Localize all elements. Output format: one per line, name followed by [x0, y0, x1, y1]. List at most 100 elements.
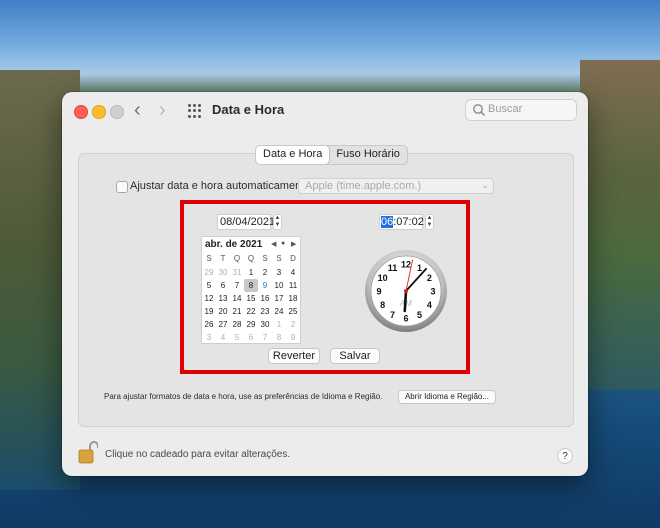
tab-time-zone[interactable]: Fuso Horário — [329, 146, 407, 164]
calendar-day[interactable]: 9 — [258, 279, 272, 292]
save-button[interactable]: Salvar — [330, 348, 380, 364]
calendar-day[interactable]: 10 — [272, 279, 286, 292]
previous-month-icon[interactable]: ◀ — [271, 240, 276, 248]
calendar-day[interactable]: 2 — [258, 266, 272, 279]
calendar-day[interactable]: 29 — [202, 266, 216, 279]
calendar-day[interactable]: 14 — [230, 292, 244, 305]
clock-number: 3 — [430, 287, 435, 297]
search-input[interactable]: Buscar — [465, 99, 577, 121]
time-field[interactable]: 06:07:02 — [379, 214, 424, 230]
calendar-day[interactable]: 7 — [258, 331, 272, 344]
calendar-day[interactable]: 19 — [202, 305, 216, 318]
calendar-day[interactable]: 30 — [216, 266, 230, 279]
calendar-day[interactable]: 22 — [244, 305, 258, 318]
revert-button[interactable]: Reverter — [268, 348, 320, 364]
calendar-day[interactable]: 4 — [216, 331, 230, 344]
calendar-weekday: Q — [247, 254, 255, 263]
calendar-day[interactable]: 9 — [286, 331, 300, 344]
calendar-day[interactable]: 20 — [216, 305, 230, 318]
calendar-day[interactable]: 1 — [272, 318, 286, 331]
tab-bar: Data e Hora Fuso Horário — [255, 145, 408, 165]
calendar-day[interactable]: 15 — [244, 292, 258, 305]
calendar-days: 29 30 31 1 2 3 4 5 6 7 8 9 10 11 12 13 14 15 16 17 18 19 20 21 2… — [202, 266, 300, 344]
tab-date-time[interactable]: Data e Hora — [256, 146, 330, 164]
calendar-day[interactable]: 18 — [286, 292, 300, 305]
calendar-day[interactable]: 3 — [202, 331, 216, 344]
calendar-day[interactable]: 16 — [258, 292, 272, 305]
open-language-region-button[interactable]: Abrir Idioma e Região... — [398, 390, 496, 404]
lock-hint-text: Clique no cadeado para evitar alterações… — [105, 449, 291, 460]
close-window-button[interactable] — [74, 105, 88, 119]
date-field[interactable]: 08/04/2021 — [217, 214, 275, 230]
calendar-weekday: T — [220, 254, 226, 263]
search-icon — [473, 104, 486, 117]
auto-time-checkbox[interactable] — [116, 181, 128, 193]
calendar-day[interactable]: 30 — [258, 318, 272, 331]
calendar-day[interactable]: 11 — [286, 279, 300, 292]
calendar-day[interactable]: 28 — [230, 318, 244, 331]
back-arrow-icon[interactable]: ‹ — [134, 100, 141, 120]
help-button[interactable]: ? — [557, 448, 573, 464]
zoom-window-button[interactable] — [110, 105, 124, 119]
forward-arrow-icon[interactable]: › — [159, 100, 166, 120]
clock-number: 1 — [417, 263, 422, 273]
auto-time-label: Ajustar data e hora automaticamente: — [130, 180, 314, 192]
calendar-day[interactable]: 4 — [286, 266, 300, 279]
wallpaper-landscape-right — [580, 60, 660, 390]
calendar-day[interactable]: 8 — [244, 279, 258, 292]
minimize-window-button[interactable] — [92, 105, 106, 119]
chevron-down-icon: ⌄ — [481, 180, 489, 190]
today-dot-icon[interactable]: ● — [281, 240, 285, 247]
calendar-day[interactable]: 5 — [230, 331, 244, 344]
unlocked-padlock-icon[interactable] — [78, 440, 98, 464]
calendar-day[interactable]: 6 — [244, 331, 258, 344]
show-all-grid-icon[interactable] — [188, 104, 202, 118]
clock-number: 2 — [427, 273, 432, 283]
clock-number: 6 — [403, 314, 408, 324]
calendar-day[interactable]: 24 — [272, 305, 286, 318]
calendar-day[interactable]: 2 — [286, 318, 300, 331]
calendar-day[interactable]: 6 — [216, 279, 230, 292]
calendar-weekday: S — [262, 254, 268, 263]
calendar-month-label: abr. de 2021 — [205, 239, 263, 250]
calendar-day[interactable]: 31 — [230, 266, 244, 279]
calendar-day[interactable]: 1 — [244, 266, 258, 279]
calendar-weekdays: STQQSSD — [202, 254, 300, 263]
clock-center — [404, 289, 408, 293]
clock-number: 10 — [378, 273, 388, 283]
date-stepper[interactable]: ▲ ▼ — [273, 214, 282, 230]
calendar-weekday: D — [290, 254, 296, 263]
calendar-day[interactable]: 8 — [272, 331, 286, 344]
calendar-day[interactable]: 21 — [230, 305, 244, 318]
calendar-day[interactable]: 13 — [216, 292, 230, 305]
window-title: Data e Hora — [212, 102, 285, 117]
calendar-day[interactable]: 5 — [202, 279, 216, 292]
calendar-weekday: S — [276, 254, 282, 263]
search-placeholder: Buscar — [488, 103, 523, 115]
calendar-day[interactable]: 17 — [272, 292, 286, 305]
calendar-day[interactable]: 25 — [286, 305, 300, 318]
calendar-day[interactable]: 26 — [202, 318, 216, 331]
preferences-window: ‹ › Data e Hora Buscar Data e Hora Fuso … — [62, 92, 588, 476]
formats-hint-text: Para ajustar formatos de data e hora, us… — [104, 392, 383, 401]
calendar-day[interactable]: 7 — [230, 279, 244, 292]
calendar-weekday: S — [206, 254, 212, 263]
calendar-day[interactable]: 27 — [216, 318, 230, 331]
time-stepper[interactable]: ▲ ▼ — [425, 214, 434, 230]
time-server-value: Apple (time.apple.com.) — [305, 180, 422, 192]
next-month-icon[interactable]: ▶ — [291, 240, 296, 248]
time-server-select[interactable]: Apple (time.apple.com.) ⌄ — [298, 178, 494, 194]
clock-number: 12 — [401, 260, 411, 270]
clock-number: 7 — [390, 310, 395, 320]
time-hour-selected[interactable]: 06 — [381, 216, 394, 228]
analog-clock[interactable]: 121234567891011 AM — [364, 249, 448, 333]
calendar-day[interactable]: 3 — [272, 266, 286, 279]
clock-number: 11 — [388, 263, 398, 273]
calendar: abr. de 2021 ◀ ● ▶ STQQSSD 29 30 31 1 2 3 4 5 6 7… — [201, 236, 301, 344]
clock-number: 8 — [380, 300, 385, 310]
calendar-day[interactable]: 29 — [244, 318, 258, 331]
clock-number: 5 — [417, 310, 422, 320]
time-minutes-seconds[interactable]: :07:02 — [393, 216, 424, 228]
calendar-day[interactable]: 12 — [202, 292, 216, 305]
calendar-day[interactable]: 23 — [258, 305, 272, 318]
